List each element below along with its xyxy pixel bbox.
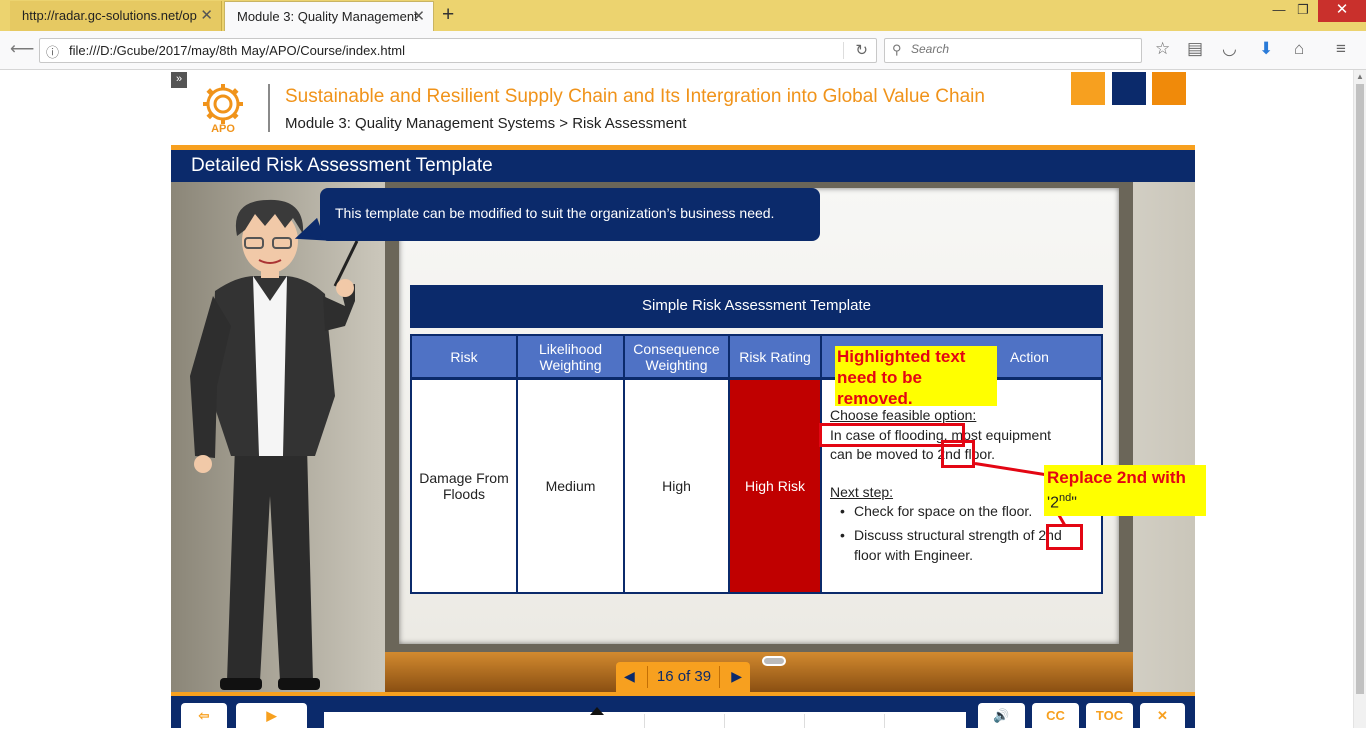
course-title: Sustainable and Resilient Supply Chain a…	[285, 86, 985, 107]
url-text: file:///D:/Gcube/2017/may/8th May/APO/Co…	[69, 43, 405, 58]
window-close-icon[interactable]: ✕	[1318, 0, 1366, 22]
annotation-replace-value: '2nd"	[1047, 488, 1203, 513]
url-bar[interactable]: ⓘ file:///D:/Gcube/2017/may/8th May/APO/…	[39, 38, 877, 63]
play-button[interactable]: ▶	[236, 703, 307, 728]
annotation-note-remove: Highlighted text need to be removed.	[835, 346, 997, 408]
bullet-2a: Discuss structural strength of 2nd	[854, 527, 1062, 543]
reload-icon[interactable]: ↻	[855, 41, 868, 59]
accent-square-orange	[1071, 72, 1105, 105]
quote-close: "	[1071, 494, 1077, 512]
superscript-text: nd	[1058, 492, 1072, 504]
table-title: Simple Risk Assessment Template	[410, 285, 1103, 328]
expand-sidebar-icon[interactable]: »	[171, 72, 187, 88]
superscript-base: 2	[1050, 494, 1059, 512]
tab-title: Module 3: Quality Management	[237, 9, 418, 24]
info-icon[interactable]: ⓘ	[46, 42, 59, 61]
board-handle	[762, 656, 786, 666]
volume-icon: 🔊	[993, 708, 1010, 723]
speech-bubble: This template can be modified to suit th…	[320, 188, 820, 241]
module-breadcrumb: Module 3: Quality Management Systems > R…	[285, 115, 687, 132]
back-icon[interactable]: ⟵	[10, 39, 34, 59]
progress-tick	[804, 714, 805, 728]
tab-title: http://radar.gc-solutions.net/op	[22, 8, 197, 23]
bullet-1: Check for space on the floor.	[854, 503, 1033, 519]
play-icon: ▶	[266, 708, 277, 723]
next-step-heading: Next step:	[830, 484, 894, 500]
tab-radar[interactable]: http://radar.gc-solutions.net/op ✕	[10, 1, 222, 31]
tab-module3[interactable]: Module 3: Quality Management ✕	[224, 1, 434, 31]
accent-square-navy	[1112, 72, 1146, 105]
cc-button[interactable]: CC	[1032, 703, 1079, 728]
reader-list-icon[interactable]: ▤	[1187, 39, 1203, 59]
header-divider	[268, 84, 270, 132]
annotation-box-2nd-2	[1046, 524, 1083, 550]
bullet-2b: floor with Engineer.	[854, 547, 974, 563]
prev-slide-button[interactable]: ◀	[624, 668, 635, 685]
pager-divider	[719, 666, 720, 688]
column-header-risk-rating: Risk Rating	[728, 334, 822, 379]
presenter-character	[190, 199, 359, 690]
scrollbar-thumb[interactable]	[1356, 84, 1364, 694]
menu-icon[interactable]: ≡	[1336, 39, 1346, 59]
column-header-risk: Risk	[410, 334, 518, 379]
annotation-box-2nd-1	[941, 440, 975, 468]
pager-divider	[647, 666, 648, 688]
volume-button[interactable]: 🔊	[978, 703, 1025, 728]
column-header-consequence: Consequence Weighting	[623, 334, 730, 379]
action-heading: Choose feasible option:	[830, 407, 977, 423]
slide-pager: ◀ 16 of 39 ▶	[616, 662, 750, 692]
column-header-likelihood: Likelihood Weighting	[516, 334, 625, 379]
whiteboard-ledge	[385, 652, 1133, 692]
scroll-up-icon[interactable]: ▲	[1356, 72, 1364, 81]
speech-text: This template can be modified to suit th…	[335, 205, 775, 221]
slide-title: Detailed Risk Assessment Template	[191, 155, 493, 176]
download-icon[interactable]: ⬇	[1259, 39, 1273, 59]
vertical-scrollbar[interactable]: ▲	[1353, 70, 1366, 728]
new-tab-button[interactable]: +	[442, 3, 454, 27]
url-divider	[843, 42, 844, 59]
browser-tab-bar: http://radar.gc-solutions.net/op ✕ Modul…	[0, 0, 1366, 31]
tab-close-icon[interactable]: ✕	[412, 7, 425, 25]
close-button[interactable]: ✕	[1140, 703, 1185, 728]
tab-close-icon[interactable]: ✕	[200, 6, 213, 24]
exit-icon: ⇦	[198, 708, 210, 723]
bullet-dot: •	[840, 503, 845, 519]
restore-icon[interactable]: ❐	[1288, 2, 1318, 18]
slide-counter: 16 of 39	[656, 668, 712, 685]
cell-consequence: High	[623, 378, 730, 594]
pocket-icon[interactable]: ◡	[1222, 39, 1237, 59]
browser-nav-bar: ⟵ ⓘ file:///D:/Gcube/2017/may/8th May/AP…	[0, 31, 1366, 70]
search-input[interactable]	[909, 41, 1129, 57]
apo-logo: APO	[203, 84, 243, 134]
home-icon[interactable]: ⌂	[1294, 39, 1304, 59]
progress-tick	[724, 714, 725, 728]
logo-text: APO	[211, 123, 235, 134]
annotation-replace-text: Replace 2nd with	[1047, 468, 1186, 487]
progress-marker[interactable]	[590, 707, 604, 715]
close-icon: ✕	[1157, 708, 1168, 723]
toc-button[interactable]: TOC	[1086, 703, 1133, 728]
progress-tick	[884, 714, 885, 728]
accent-square-darkorange	[1152, 72, 1186, 105]
cell-risk: Damage From Floods	[410, 378, 518, 594]
progress-track[interactable]	[324, 707, 966, 728]
bullet-dot: •	[840, 527, 845, 543]
bookmark-star-icon[interactable]: ☆	[1155, 39, 1170, 59]
exit-button[interactable]: ⇦	[181, 703, 227, 728]
search-icon: ⚲	[892, 42, 902, 57]
next-slide-button[interactable]: ▶	[731, 668, 742, 685]
progress-tick	[644, 714, 645, 728]
search-bar[interactable]: ⚲	[884, 38, 1142, 63]
annotation-note-replace: Replace 2nd with '2nd"	[1044, 465, 1206, 516]
slide-title-bar: Detailed Risk Assessment Template	[171, 150, 1195, 182]
cell-risk-rating: High Risk	[728, 378, 822, 594]
cell-likelihood: Medium	[516, 378, 625, 594]
